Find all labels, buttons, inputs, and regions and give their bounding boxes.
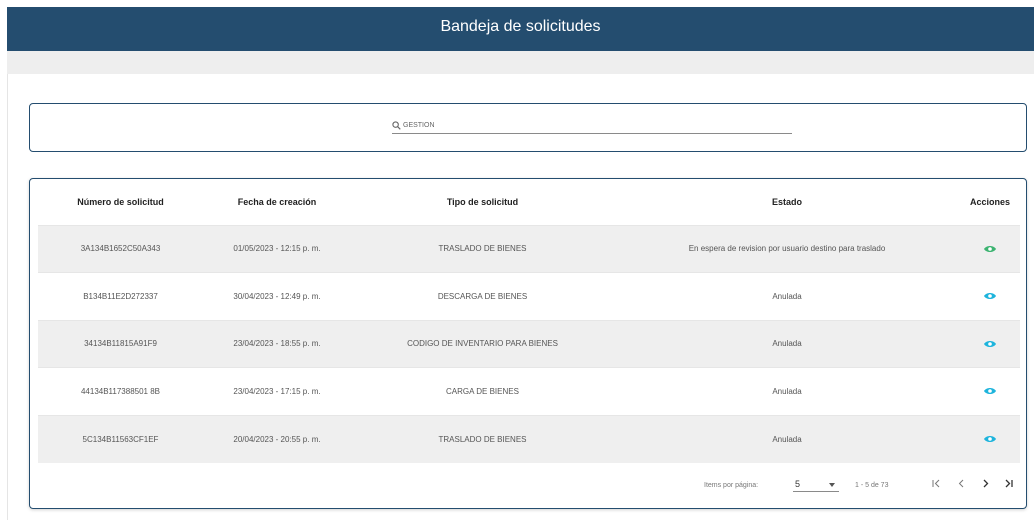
search-input[interactable] xyxy=(403,118,783,132)
view-eye-icon[interactable] xyxy=(983,386,997,396)
cell-fecha: 20/04/2023 - 20:55 p. m. xyxy=(203,414,351,463)
cell-acciones xyxy=(960,224,1020,273)
column-header-fecha[interactable]: Fecha de creación xyxy=(203,179,351,225)
cell-fecha: 30/04/2023 - 12:49 p. m. xyxy=(203,272,351,320)
column-header-numero[interactable]: Número de solicitud xyxy=(38,179,203,225)
cell-tipo: CARGA DE BIENES xyxy=(351,367,614,415)
cell-acciones xyxy=(960,367,1020,415)
view-eye-icon[interactable] xyxy=(983,434,997,444)
requests-table: Número de solicitud Fecha de creación Ti… xyxy=(38,179,1020,463)
items-per-page-label: Items por página: xyxy=(704,482,759,489)
search-icon xyxy=(392,121,401,130)
last-page-icon[interactable] xyxy=(1000,477,1016,493)
cell-numero: B134B11E2D272337 xyxy=(38,272,203,320)
left-divider xyxy=(7,74,8,520)
sub-toolbar xyxy=(7,51,1034,74)
cell-fecha: 23/04/2023 - 17:15 p. m. xyxy=(203,367,351,415)
cell-acciones xyxy=(960,272,1020,320)
cell-fecha: 23/04/2023 - 18:55 p. m. xyxy=(203,319,351,368)
search-field[interactable] xyxy=(392,118,792,134)
cell-estado: Anulada xyxy=(614,319,960,368)
search-card xyxy=(29,103,1027,152)
cell-tipo: CODIGO DE INVENTARIO PARA BIENES xyxy=(351,319,614,368)
cell-estado: En espera de revision por usuario destin… xyxy=(614,224,960,273)
page-range-label: 1 - 5 de 73 xyxy=(855,482,889,489)
chevron-left-icon[interactable] xyxy=(953,477,969,493)
table-row: 34134B11815A91F9 23/04/2023 - 18:55 p. m… xyxy=(38,319,1020,368)
cell-acciones xyxy=(960,319,1020,368)
cell-tipo: TRASLADO DE BIENES xyxy=(351,224,614,273)
column-header-estado[interactable]: Estado xyxy=(614,179,960,225)
page-size-value: 5 xyxy=(795,479,801,489)
page-title: Bandeja de solicitudes xyxy=(440,18,601,35)
cell-acciones xyxy=(960,414,1020,463)
table-row: B134B11E2D272337 30/04/2023 - 12:49 p. m… xyxy=(38,272,1020,320)
cell-estado: Anulada xyxy=(614,414,960,463)
paginator: Items por página: 5 1 - 5 de 73 xyxy=(30,465,1026,505)
cell-estado: Anulada xyxy=(614,367,960,415)
column-header-acciones: Acciones xyxy=(969,196,1011,207)
cell-numero: 44134B117388501 8B xyxy=(38,367,203,415)
first-page-icon[interactable] xyxy=(928,477,944,493)
table-header-row: Número de solicitud Fecha de creación Ti… xyxy=(38,179,1020,225)
page-header: Bandeja de solicitudes xyxy=(7,7,1034,51)
table-row: 3A134B1652C50A343 01/05/2023 - 12:15 p. … xyxy=(38,224,1020,273)
cell-fecha: 01/05/2023 - 12:15 p. m. xyxy=(203,224,351,273)
cell-numero: 34134B11815A91F9 xyxy=(38,319,203,368)
view-eye-icon[interactable] xyxy=(983,291,997,301)
view-eye-icon[interactable] xyxy=(983,244,997,254)
table-row: 5C134B11563CF1EF 20/04/2023 - 20:55 p. m… xyxy=(38,414,1020,463)
column-header-tipo[interactable]: Tipo de solicitud xyxy=(351,179,614,225)
cell-tipo: TRASLADO DE BIENES xyxy=(351,414,614,463)
table-row: 44134B117388501 8B 23/04/2023 - 17:15 p.… xyxy=(38,367,1020,415)
view-eye-icon[interactable] xyxy=(983,339,997,349)
caret-down-icon xyxy=(829,483,835,487)
page-size-select[interactable]: 5 xyxy=(793,476,839,492)
requests-table-card: Número de solicitud Fecha de creación Ti… xyxy=(29,178,1027,509)
cell-numero: 3A134B1652C50A343 xyxy=(38,224,203,273)
chevron-right-icon[interactable] xyxy=(977,477,993,493)
cell-numero: 5C134B11563CF1EF xyxy=(38,414,203,463)
cell-tipo: DESCARGA DE BIENES xyxy=(351,272,614,320)
cell-estado: Anulada xyxy=(614,272,960,320)
